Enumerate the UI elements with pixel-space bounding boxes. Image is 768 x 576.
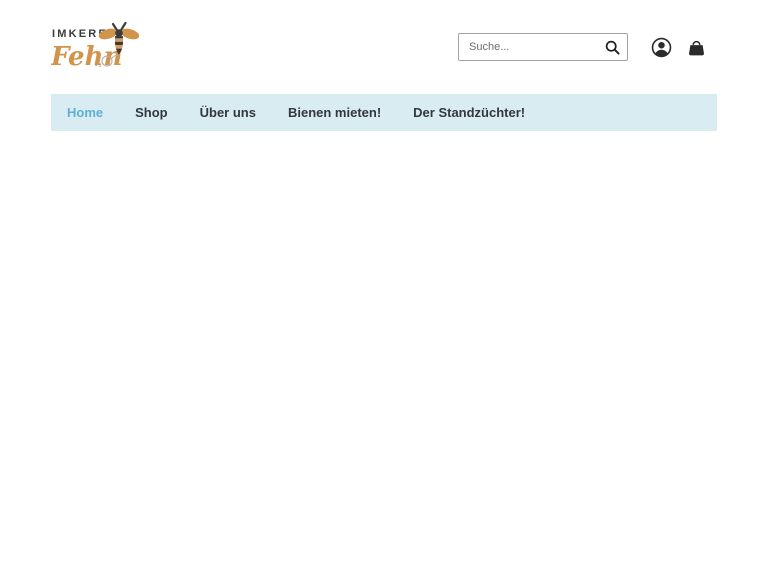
account-icon	[651, 37, 672, 58]
header-actions	[458, 33, 717, 61]
site-logo[interactable]: IMKEREI Fehn	[51, 21, 143, 73]
account-button[interactable]	[650, 36, 672, 58]
site-header: IMKEREI Fehn	[51, 0, 717, 94]
search-icon	[605, 40, 620, 55]
search-input[interactable]	[459, 41, 597, 53]
nav-item-der-standzuechter[interactable]: Der Standzüchter!	[397, 94, 541, 131]
nav-item-ueber-uns[interactable]: Über uns	[184, 94, 272, 131]
nav-item-bienen-mieten[interactable]: Bienen mieten!	[272, 94, 397, 131]
nav-item-shop[interactable]: Shop	[119, 94, 184, 131]
main-navigation: Home Shop Über uns Bienen mieten! Der St…	[51, 94, 717, 131]
shopping-bag-icon	[686, 37, 707, 58]
nav-item-home[interactable]: Home	[51, 94, 119, 131]
search-box	[458, 33, 628, 61]
logo-text-fehn: Fehn	[51, 42, 122, 72]
search-button[interactable]	[597, 34, 627, 60]
logo-graphic: IMKEREI Fehn	[51, 21, 143, 73]
cart-button[interactable]	[685, 36, 707, 58]
page-content-empty	[51, 131, 717, 573]
page-container: IMKEREI Fehn	[51, 0, 717, 573]
